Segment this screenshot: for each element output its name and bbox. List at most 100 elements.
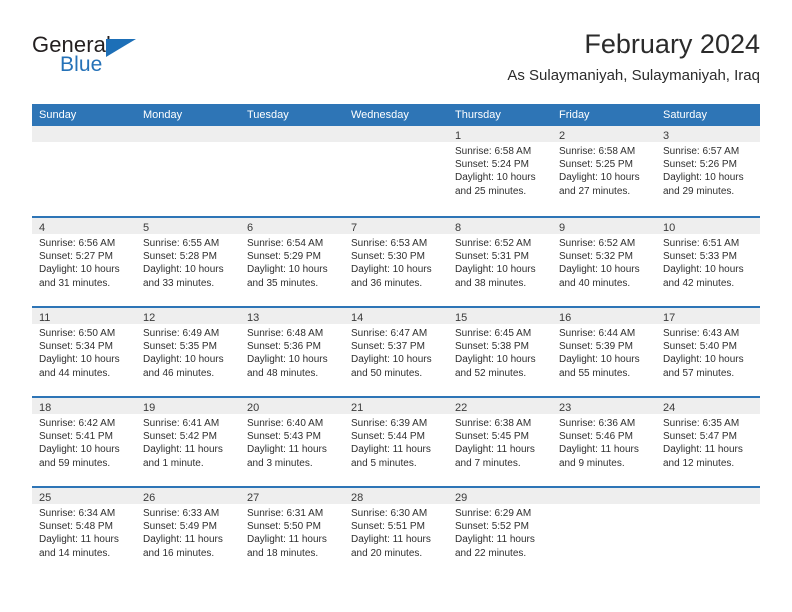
daylight-text-line2: and 22 minutes. bbox=[455, 547, 527, 559]
calendar-day-cell[interactable]: 5 Sunrise: 6:55 AM Sunset: 5:28 PM Daylight… bbox=[136, 218, 240, 306]
calendar-day-cell[interactable]: 27 Sunrise: 6:31 AM Sunset: 5:50 PM Dayligh… bbox=[240, 488, 344, 576]
daylight-text-line1: Daylight: 10 hours bbox=[143, 354, 224, 366]
day-number: 27 bbox=[247, 492, 260, 504]
day-details: Sunrise: 6:53 AM Sunset: 5:30 PM Daylight:… bbox=[344, 234, 448, 290]
day-number-band: 24 bbox=[656, 398, 760, 414]
daylight-text-line2: and 36 minutes. bbox=[351, 277, 423, 289]
calendar-day-cell[interactable]: 28 Sunrise: 6:30 AM Sunset: 5:51 PM Dayligh… bbox=[344, 488, 448, 576]
calendar-day-cell[interactable]: 14 Sunrise: 6:47 AM Sunset: 5:37 PM Dayligh… bbox=[344, 308, 448, 396]
day-number: 13 bbox=[247, 312, 260, 324]
daylight-text-line2: and 59 minutes. bbox=[39, 457, 111, 469]
sunset-text: Sunset: 5:38 PM bbox=[455, 341, 529, 353]
calendar-day-cell[interactable]: 4 Sunrise: 6:56 AM Sunset: 5:27 PM Daylight… bbox=[32, 218, 136, 306]
daylight-text-line1: Daylight: 11 hours bbox=[663, 444, 743, 456]
daylight-text-line1: Daylight: 11 hours bbox=[351, 534, 431, 546]
day-details: Sunrise: 6:56 AM Sunset: 5:27 PM Daylight:… bbox=[32, 234, 136, 290]
calendar-day-cell[interactable]: 2 Sunrise: 6:58 AM Sunset: 5:25 PM Daylight… bbox=[552, 126, 656, 216]
day-number-band: 14 bbox=[344, 308, 448, 324]
calendar-day-cell[interactable]: 12 Sunrise: 6:49 AM Sunset: 5:35 PM Dayligh… bbox=[136, 308, 240, 396]
day-number: 2 bbox=[559, 130, 566, 142]
sunrise-text: Sunrise: 6:42 AM bbox=[39, 418, 116, 429]
calendar-grid: Sunday Monday Tuesday Wednesday Thursday Frid… bbox=[32, 104, 760, 576]
sunrise-text: Sunrise: 6:54 AM bbox=[247, 238, 324, 249]
calendar-day-cell[interactable]: 17 Sunrise: 6:43 AM Sunset: 5:40 PM Dayligh… bbox=[656, 308, 760, 396]
day-details: Sunrise: 6:55 AM Sunset: 5:28 PM Daylight:… bbox=[136, 234, 240, 290]
daylight-text-line2: and 52 minutes. bbox=[455, 367, 527, 379]
sunset-text: Sunset: 5:27 PM bbox=[39, 251, 113, 263]
calendar-day-cell[interactable]: 26 Sunrise: 6:33 AM Sunset: 5:49 PM Dayligh… bbox=[136, 488, 240, 576]
calendar-day-cell[interactable]: 1 Sunrise: 6:58 AM Sunset: 5:24 PM Daylight… bbox=[448, 126, 552, 216]
calendar-day-cell-empty bbox=[656, 488, 760, 576]
day-details: Sunrise: 6:40 AM Sunset: 5:43 PM Daylight:… bbox=[240, 414, 344, 470]
daylight-text-line1: Daylight: 10 hours bbox=[39, 444, 120, 456]
calendar-day-cell[interactable]: 24 Sunrise: 6:35 AM Sunset: 5:47 PM Dayligh… bbox=[656, 398, 760, 486]
day-number-band bbox=[344, 126, 448, 142]
sunset-text: Sunset: 5:45 PM bbox=[455, 431, 529, 443]
day-details: Sunrise: 6:42 AM Sunset: 5:41 PM Daylight:… bbox=[32, 414, 136, 470]
calendar-day-cell[interactable]: 19 Sunrise: 6:41 AM Sunset: 5:42 PM Dayligh… bbox=[136, 398, 240, 486]
sunrise-text: Sunrise: 6:47 AM bbox=[351, 328, 428, 339]
day-number-band: 11 bbox=[32, 308, 136, 324]
day-details: Sunrise: 6:50 AM Sunset: 5:34 PM Daylight:… bbox=[32, 324, 136, 380]
sunset-text: Sunset: 5:26 PM bbox=[663, 159, 737, 171]
sunrise-text: Sunrise: 6:44 AM bbox=[559, 328, 636, 339]
day-number: 20 bbox=[247, 402, 260, 414]
daylight-text-line1: Daylight: 11 hours bbox=[559, 444, 639, 456]
calendar-day-cell[interactable]: 22 Sunrise: 6:38 AM Sunset: 5:45 PM Dayligh… bbox=[448, 398, 552, 486]
day-number-band: 10 bbox=[656, 218, 760, 234]
sunset-text: Sunset: 5:39 PM bbox=[559, 341, 633, 353]
calendar-day-cell[interactable]: 18 Sunrise: 6:42 AM Sunset: 5:41 PM Dayligh… bbox=[32, 398, 136, 486]
calendar-day-cell[interactable]: 29 Sunrise: 6:29 AM Sunset: 5:52 PM Dayligh… bbox=[448, 488, 552, 576]
daylight-text-line1: Daylight: 10 hours bbox=[143, 264, 224, 276]
calendar-day-cell[interactable]: 15 Sunrise: 6:45 AM Sunset: 5:38 PM Dayligh… bbox=[448, 308, 552, 396]
calendar-day-cell[interactable]: 8 Sunrise: 6:52 AM Sunset: 5:31 PM Daylight… bbox=[448, 218, 552, 306]
day-number: 9 bbox=[559, 222, 566, 234]
sunset-text: Sunset: 5:24 PM bbox=[455, 159, 529, 171]
sunrise-text: Sunrise: 6:45 AM bbox=[455, 328, 532, 339]
calendar-day-cell[interactable]: 3 Sunrise: 6:57 AM Sunset: 5:26 PM Daylight… bbox=[656, 126, 760, 216]
calendar-day-cell[interactable]: 23 Sunrise: 6:36 AM Sunset: 5:46 PM Dayligh… bbox=[552, 398, 656, 486]
day-number: 22 bbox=[455, 402, 468, 414]
calendar-day-cell-empty bbox=[552, 488, 656, 576]
calendar-week-row: 25 Sunrise: 6:34 AM Sunset: 5:48 PM Dayligh… bbox=[32, 486, 760, 576]
weekday-header-saturday: Saturday bbox=[663, 109, 708, 121]
calendar-day-cell[interactable]: 25 Sunrise: 6:34 AM Sunset: 5:48 PM Dayligh… bbox=[32, 488, 136, 576]
calendar-day-cell[interactable]: 10 Sunrise: 6:51 AM Sunset: 5:33 PM Dayligh… bbox=[656, 218, 760, 306]
day-number-band: 15 bbox=[448, 308, 552, 324]
sunrise-text: Sunrise: 6:58 AM bbox=[455, 146, 532, 157]
weekday-header-friday: Friday bbox=[559, 109, 590, 121]
day-number-band: 1 bbox=[448, 126, 552, 142]
sunset-text: Sunset: 5:50 PM bbox=[247, 521, 321, 533]
day-number: 23 bbox=[559, 402, 572, 414]
day-number: 21 bbox=[351, 402, 364, 414]
calendar-day-cell[interactable]: 21 Sunrise: 6:39 AM Sunset: 5:44 PM Dayligh… bbox=[344, 398, 448, 486]
calendar-day-cell[interactable]: 6 Sunrise: 6:54 AM Sunset: 5:29 PM Daylight… bbox=[240, 218, 344, 306]
brand-logo[interactable]: General Blue bbox=[32, 34, 232, 86]
daylight-text-line2: and 18 minutes. bbox=[247, 547, 319, 559]
calendar-day-cell[interactable]: 7 Sunrise: 6:53 AM Sunset: 5:30 PM Daylight… bbox=[344, 218, 448, 306]
sunrise-text: Sunrise: 6:29 AM bbox=[455, 508, 532, 519]
weekday-header-monday: Monday bbox=[143, 109, 183, 121]
calendar-day-cell[interactable]: 9 Sunrise: 6:52 AM Sunset: 5:32 PM Daylight… bbox=[552, 218, 656, 306]
calendar-week-row: 11 Sunrise: 6:50 AM Sunset: 5:34 PM Dayligh… bbox=[32, 306, 760, 396]
daylight-text-line2: and 31 minutes. bbox=[39, 277, 111, 289]
day-number: 28 bbox=[351, 492, 364, 504]
day-number-band: 18 bbox=[32, 398, 136, 414]
calendar-day-cell[interactable]: 11 Sunrise: 6:50 AM Sunset: 5:34 PM Dayligh… bbox=[32, 308, 136, 396]
sunrise-text: Sunrise: 6:38 AM bbox=[455, 418, 532, 429]
daylight-text-line2: and 44 minutes. bbox=[39, 367, 111, 379]
sunrise-text: Sunrise: 6:30 AM bbox=[351, 508, 428, 519]
sunrise-text: Sunrise: 6:39 AM bbox=[351, 418, 428, 429]
day-details: Sunrise: 6:34 AM Sunset: 5:48 PM Daylight:… bbox=[32, 504, 136, 560]
calendar-weeks: 1 Sunrise: 6:58 AM Sunset: 5:24 PM Daylight… bbox=[32, 126, 760, 576]
title-block: February 2024 As Sulaymaniyah, Sulaymani… bbox=[507, 28, 760, 85]
calendar-day-cell[interactable]: 13 Sunrise: 6:48 AM Sunset: 5:36 PM Dayligh… bbox=[240, 308, 344, 396]
daylight-text-line2: and 35 minutes. bbox=[247, 277, 319, 289]
day-number-band: 21 bbox=[344, 398, 448, 414]
calendar-day-cell[interactable]: 16 Sunrise: 6:44 AM Sunset: 5:39 PM Dayligh… bbox=[552, 308, 656, 396]
calendar-day-cell[interactable]: 20 Sunrise: 6:40 AM Sunset: 5:43 PM Dayligh… bbox=[240, 398, 344, 486]
day-details: Sunrise: 6:45 AM Sunset: 5:38 PM Daylight:… bbox=[448, 324, 552, 380]
daylight-text-line2: and 9 minutes. bbox=[559, 457, 625, 469]
day-number: 7 bbox=[351, 222, 358, 234]
daylight-text-line2: and 20 minutes. bbox=[351, 547, 423, 559]
